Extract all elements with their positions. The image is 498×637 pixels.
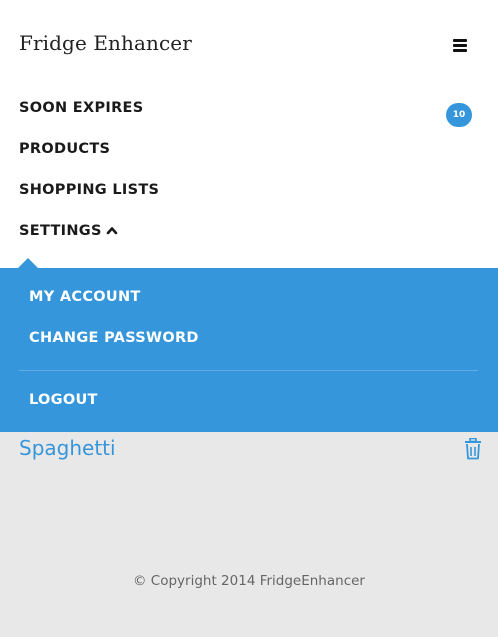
nav-item-label: SHOPPING LISTS bbox=[19, 182, 160, 198]
menu-divider bbox=[19, 370, 478, 371]
trash-icon[interactable] bbox=[463, 438, 483, 460]
menu-item-my-account[interactable]: MY ACCOUNT bbox=[29, 289, 141, 305]
footer-copyright: © Copyright 2014 FridgeEnhancer bbox=[133, 573, 365, 589]
settings-dropdown-menu: MY ACCOUNT CHANGE PASSWORD LOGOUT bbox=[0, 268, 498, 432]
item-name-link[interactable]: Spaghetti bbox=[19, 436, 116, 460]
soon-expires-count-badge: 10 bbox=[446, 103, 472, 127]
list-item: Spaghetti bbox=[0, 432, 498, 466]
nav-item-label: SETTINGS bbox=[19, 223, 102, 239]
navbar: Fridge Enhancer SOON EXPIRES 10 PRODUCTS… bbox=[0, 0, 498, 268]
hamburger-icon[interactable] bbox=[448, 34, 472, 58]
brand-title[interactable]: Fridge Enhancer bbox=[19, 31, 192, 55]
nav-item-products[interactable]: PRODUCTS bbox=[19, 141, 110, 157]
nav-item-settings[interactable]: SETTINGS bbox=[19, 223, 118, 239]
nav-item-soon-expires[interactable]: SOON EXPIRES bbox=[19, 100, 144, 116]
nav-item-shopping-lists[interactable]: SHOPPING LISTS bbox=[19, 182, 159, 198]
menu-item-change-password[interactable]: CHANGE PASSWORD bbox=[29, 330, 199, 346]
nav-item-label: SOON EXPIRES bbox=[19, 100, 144, 116]
menu-item-logout[interactable]: LOGOUT bbox=[29, 392, 98, 408]
chevron-up-icon bbox=[106, 227, 118, 235]
nav-item-label: PRODUCTS bbox=[19, 141, 111, 157]
dropdown-pointer bbox=[18, 258, 38, 268]
